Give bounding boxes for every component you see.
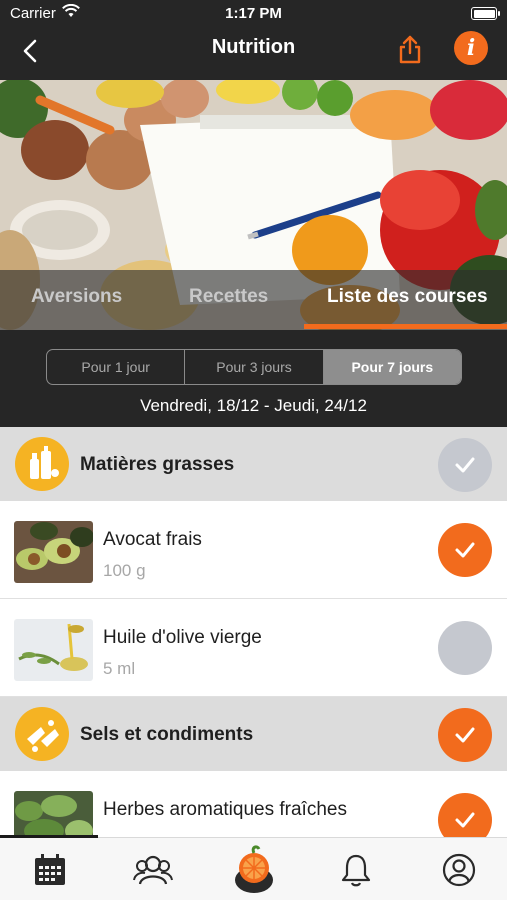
item-name: Herbes aromatiques fraîches — [103, 799, 347, 820]
nutrition-orange-icon[interactable] — [233, 844, 275, 894]
tab-liste-des-courses[interactable]: Liste des courses — [327, 286, 488, 308]
period-option-1-day[interactable]: Pour 1 jour — [47, 350, 186, 384]
item-name: Huile d'olive vierge — [103, 627, 262, 648]
checkmark-icon — [455, 727, 475, 743]
info-icon[interactable]: i — [454, 31, 488, 65]
category-check-button[interactable] — [438, 438, 492, 492]
bottom-tab-bar — [0, 835, 507, 900]
list-item[interactable]: Avocat frais 100 g — [0, 501, 507, 599]
item-name: Avocat frais — [103, 529, 202, 550]
category-header: Sels et condiments — [0, 697, 507, 771]
avocado-photo — [14, 521, 93, 583]
status-bar: Carrier 1:17 PM — [0, 0, 507, 28]
item-check-button[interactable] — [438, 793, 492, 837]
calendar-icon[interactable] — [32, 852, 68, 888]
checkmark-icon — [455, 542, 475, 558]
period-segmented-control: Pour 1 jour Pour 3 jours Pour 7 jours — [46, 349, 462, 385]
checkmark-icon — [455, 812, 475, 828]
nutrition-screen: Carrier 1:17 PM Nutrition i Aversions Re… — [0, 0, 507, 900]
item-check-button[interactable] — [438, 523, 492, 577]
scroll-indicator — [0, 835, 98, 838]
list-item[interactable]: Herbes aromatiques fraîches — [0, 771, 507, 837]
navigation-bar: Nutrition i — [0, 28, 507, 80]
top-bar: Carrier 1:17 PM Nutrition i — [0, 0, 507, 80]
category-label: Matières grasses — [80, 454, 235, 475]
tab-recettes[interactable]: Recettes — [189, 286, 268, 308]
bell-icon[interactable] — [338, 852, 374, 888]
profile-icon[interactable] — [441, 852, 477, 888]
item-check-button[interactable] — [438, 621, 492, 675]
period-option-7-days[interactable]: Pour 7 jours — [323, 350, 461, 384]
section-tabs: Aversions Recettes Liste des courses — [0, 270, 507, 330]
shopping-list: Matières grasses Avocat frais 100 g Huil… — [0, 427, 507, 837]
item-quantity: 5 ml — [103, 659, 136, 678]
date-range: Vendredi, 18/12 - Jeudi, 24/12 — [140, 396, 367, 415]
active-tab-indicator — [304, 324, 507, 329]
category-label: Sels et condiments — [80, 724, 254, 745]
hero-food-image: Aversions Recettes Liste des courses — [0, 80, 507, 330]
community-icon[interactable] — [133, 852, 173, 888]
period-option-3-days[interactable]: Pour 3 jours — [185, 350, 324, 384]
tab-aversions[interactable]: Aversions — [31, 286, 122, 308]
period-selector: Pour 1 jour Pour 3 jours Pour 7 jours Ve… — [0, 330, 507, 427]
salt-icon — [15, 707, 69, 761]
olive-oil-photo — [14, 619, 93, 681]
herbs-photo — [14, 791, 93, 837]
checkmark-icon — [455, 457, 475, 473]
battery-icon — [471, 7, 500, 20]
list-item[interactable]: Huile d'olive vierge 5 ml — [0, 599, 507, 697]
category-header: Matières grasses — [0, 427, 507, 501]
oil-bottles-icon — [15, 437, 69, 491]
status-time: 1:17 PM — [225, 5, 282, 22]
category-check-button[interactable] — [438, 708, 492, 762]
page-title: Nutrition — [211, 36, 296, 58]
item-quantity: 100 g — [103, 561, 146, 580]
share-icon[interactable] — [392, 32, 428, 68]
